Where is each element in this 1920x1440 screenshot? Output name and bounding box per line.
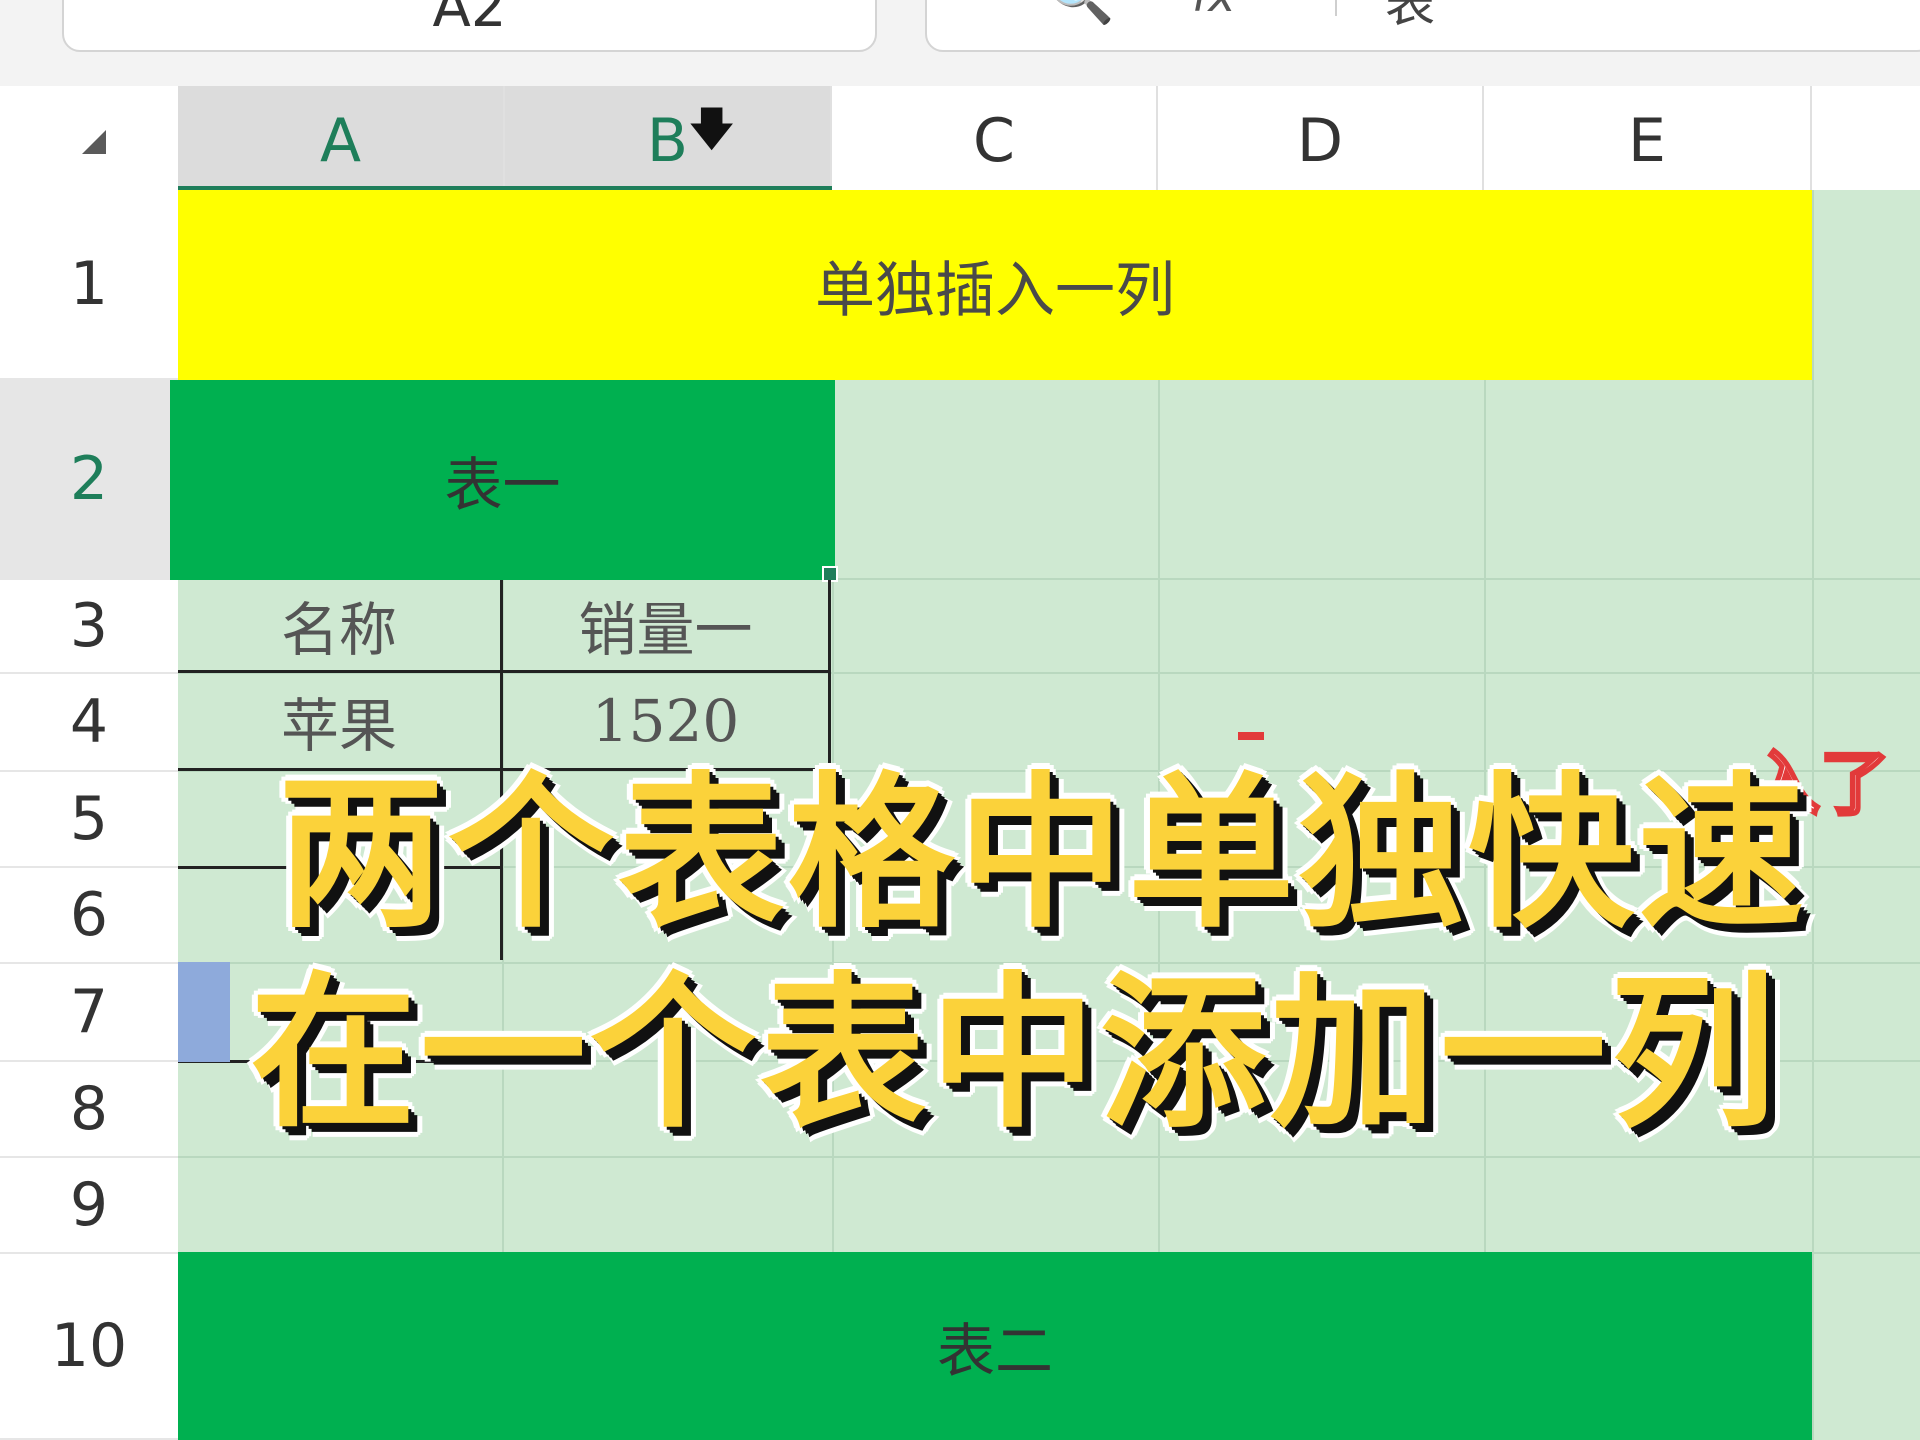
row-header-7[interactable]: 7 <box>0 964 178 1062</box>
table2-header-text: 表二 <box>936 1317 1053 1385</box>
column-header-a[interactable]: A <box>178 86 505 190</box>
caption-line-2: 在一个表中添加一列 <box>250 958 1780 1151</box>
table1-header-text: 表一 <box>444 451 561 519</box>
formula-value: 表 <box>1385 0 1435 33</box>
column-header-c[interactable]: C <box>832 86 1158 190</box>
row-header-4[interactable]: 4 <box>0 674 178 772</box>
name-box[interactable]: A2 <box>62 0 877 52</box>
formula-input[interactable]: 🔍 fx 表 <box>925 0 1920 52</box>
row-header-8[interactable]: 8 <box>0 1062 178 1158</box>
row-header-1[interactable]: 1 <box>0 190 178 380</box>
down-arrow-cursor-icon: 🡇 <box>688 102 736 156</box>
column-header-d[interactable]: D <box>1158 86 1484 190</box>
row-header-3[interactable]: 3 <box>0 580 178 674</box>
formula-divider <box>1335 0 1337 16</box>
magnifier-icon[interactable]: 🔍 <box>1047 0 1114 28</box>
row-header-6[interactable]: 6 <box>0 868 178 964</box>
column-header-e[interactable]: E <box>1484 86 1812 190</box>
table1-header-cell[interactable]: 表一 <box>170 380 835 580</box>
table2-header-cell[interactable]: 表二 <box>178 1252 1812 1440</box>
name-box-value: A2 <box>432 0 507 40</box>
table1-col-sales[interactable]: 销量一 <box>503 580 828 670</box>
row-header-5[interactable]: 5 <box>0 772 178 868</box>
column-header-f[interactable] <box>1812 86 1920 190</box>
column-header-b[interactable]: B <box>505 86 832 190</box>
highlighted-cell[interactable] <box>178 962 230 1062</box>
row-header-9[interactable]: 9 <box>0 1158 178 1254</box>
row-header-10[interactable]: 10 <box>0 1254 178 1440</box>
title-cell[interactable]: 单独插入一列 <box>178 190 1812 380</box>
row-header-2[interactable]: 2 <box>0 380 178 580</box>
select-all-icon[interactable] <box>82 130 106 154</box>
title-text: 单独插入一列 <box>815 255 1175 326</box>
table1-col-name[interactable]: 名称 <box>178 580 500 670</box>
fx-icon[interactable]: fx <box>1192 0 1235 22</box>
